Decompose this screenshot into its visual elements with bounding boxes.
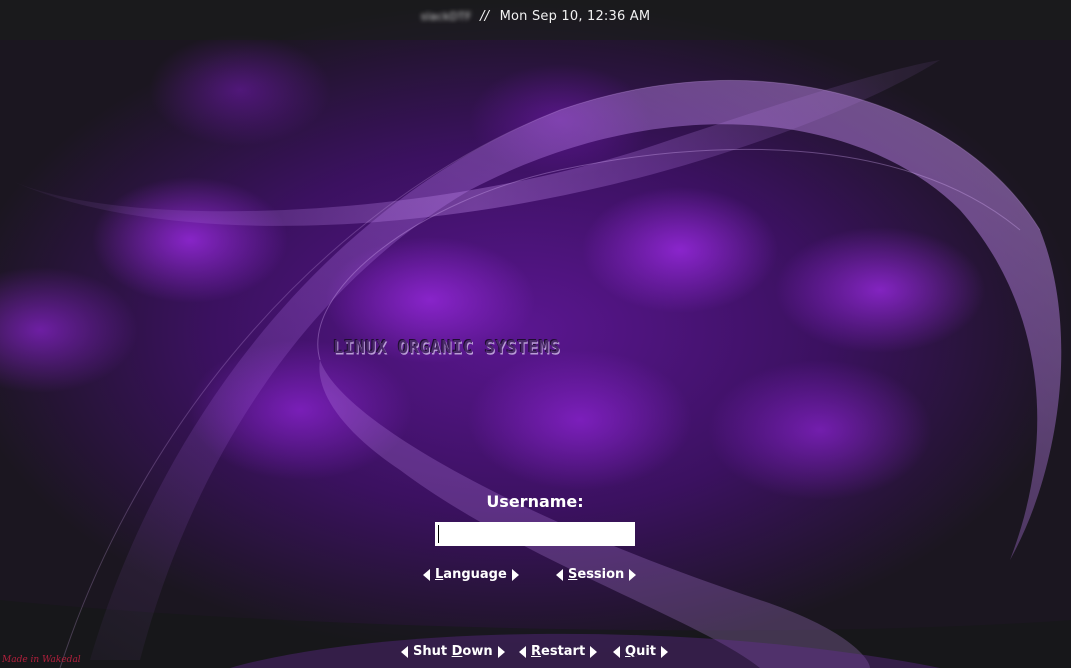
arrow-right-icon [511, 568, 519, 581]
arrow-left-icon [556, 568, 563, 581]
shutdown-button[interactable]: Shut Down [401, 644, 505, 659]
shutdown-label: Shut Down [413, 644, 493, 659]
arrow-left-icon [613, 645, 620, 658]
theme-credit: Made in Wakedal [2, 655, 81, 665]
language-label: Language [435, 567, 507, 582]
background-swirl-decoration [0, 0, 1071, 668]
username-input[interactable] [435, 522, 635, 546]
text-cursor [438, 525, 439, 543]
arrow-left-icon [519, 645, 526, 658]
quit-label: Quit [625, 644, 656, 659]
login-panel: Username: [0, 492, 1071, 546]
arrow-right-icon [497, 645, 505, 658]
arrow-right-icon [590, 645, 598, 658]
brand-logo: LINUX ORGANIC SYSTEMS [333, 337, 561, 359]
arrow-right-icon [661, 645, 668, 658]
arrow-left-icon [423, 568, 430, 581]
quit-button[interactable]: Quit [613, 644, 668, 659]
arrow-right-icon [629, 568, 637, 581]
hostname-label: slackDTF [420, 10, 472, 23]
restart-button[interactable]: Restart [519, 644, 598, 659]
top-status-bar: slackDTF // Mon Sep 10, 12:36 AM [0, 9, 1071, 24]
login-screen: slackDTF // Mon Sep 10, 12:36 AM LINUX O… [0, 0, 1071, 668]
username-label: Username: [486, 492, 584, 511]
session-button[interactable]: Session [556, 567, 637, 582]
clock-datetime: Mon Sep 10, 12:36 AM [499, 9, 651, 24]
language-button[interactable]: Language [423, 567, 519, 582]
status-separator: // [480, 9, 490, 24]
arrow-left-icon [401, 645, 408, 658]
session-label: Session [568, 567, 625, 582]
restart-label: Restart [531, 644, 586, 659]
